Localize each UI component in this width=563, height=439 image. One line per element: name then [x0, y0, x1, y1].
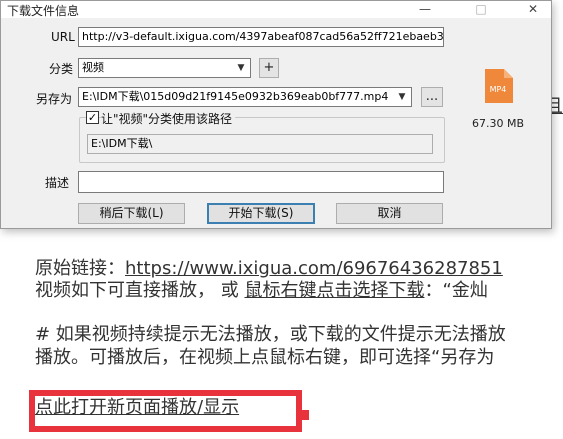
saveas-field[interactable]: E:\IDM下载\015d09d21f9145e0932b369eab0bf77… — [78, 87, 412, 107]
download-later-button[interactable]: 稍后下载(L) — [78, 203, 185, 224]
original-link-line: 原始链接：https://www.ixigua.com/696764362878… — [35, 258, 503, 280]
playback-note-line-2: 播放。可播放后，在视频上点鼠标右键，即可选择“另存为 — [35, 347, 495, 368]
playback-note-line-1: # 如果视频持续提示无法播放，或下载的文件提示无法播放 — [35, 324, 506, 345]
url-label: URL — [51, 30, 75, 44]
chevron-down-icon: ▼ — [398, 92, 406, 102]
highlight-box — [29, 390, 302, 432]
video-hint-text: 视频如下可直接播放， 或 — [35, 280, 245, 301]
file-size: 67.30 MB — [472, 117, 525, 130]
video-hint-line: 视频如下可直接播放， 或 鼠标右键点击选择下载：“金灿 — [35, 280, 488, 302]
description-input[interactable] — [78, 171, 444, 193]
add-category-button[interactable]: + — [259, 58, 279, 78]
download-info-dialog: 下载文件信息 — □ ✕ URL http://v3-default.ixigu… — [0, 0, 552, 229]
right-click-download-link[interactable]: 鼠标右键点击选择下载 — [244, 280, 424, 301]
category-value: 视频 — [82, 61, 104, 74]
dialog-title: 下载文件信息 — [7, 4, 80, 18]
original-link[interactable]: https://www.ixigua.com/69676436287851 — [125, 258, 503, 279]
cancel-button[interactable]: 取消 — [336, 203, 443, 224]
saveas-label: 另存为 — [36, 92, 73, 106]
file-type-text: MP4 — [490, 85, 507, 94]
close-button[interactable]: ✕ — [515, 1, 551, 18]
use-category-path-label[interactable]: 让"视频"分类使用该路径 — [101, 110, 236, 127]
category-path-field: E:\IDM下载\ — [87, 134, 433, 154]
use-category-path-checkbox[interactable]: ✓ — [86, 111, 99, 124]
category-select[interactable]: 视频 ▼ — [78, 58, 251, 78]
browse-button[interactable]: ... — [421, 87, 443, 107]
category-label: 分类 — [49, 62, 74, 76]
chevron-down-icon: ▼ — [237, 63, 245, 73]
video-hint-suffix: ：“金灿 — [424, 280, 488, 301]
dialog-titlebar[interactable]: 下载文件信息 — □ ✕ — [1, 1, 551, 18]
maximize-button[interactable]: □ — [463, 1, 499, 18]
mp4-file-icon: MP4 — [485, 69, 513, 103]
start-download-button[interactable]: 开始下载(S) — [207, 203, 315, 224]
highlight-marker — [301, 410, 309, 420]
saveas-path: E:\IDM下载\015d09d21f9145e0932b369eab0bf77… — [82, 90, 389, 103]
minimize-button[interactable]: — — [407, 1, 443, 18]
original-link-label: 原始链接： — [35, 258, 125, 279]
description-label: 描述 — [45, 176, 70, 190]
url-field[interactable]: http://v3-default.ixigua.com/4397abeaf08… — [78, 27, 444, 47]
